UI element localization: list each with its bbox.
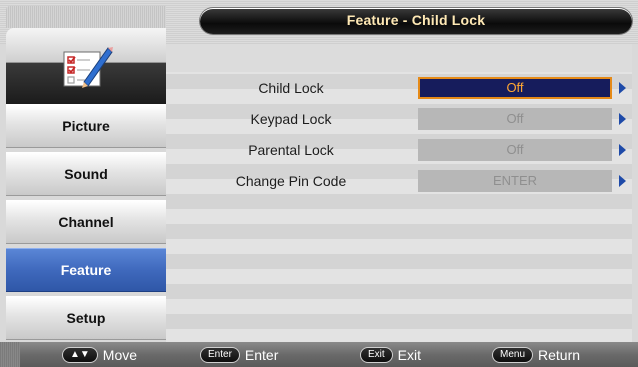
setting-value[interactable]: ENTER (418, 170, 612, 192)
sidebar-item-label: Channel (58, 214, 114, 230)
checklist-pencil-icon (63, 47, 113, 88)
sidebar-item-channel[interactable]: Channel (6, 200, 166, 244)
sidebar-item-sound[interactable]: Sound (6, 152, 166, 196)
hint-enter: Enter Enter (200, 346, 278, 364)
hint-exit: Exit Exit (360, 346, 421, 364)
bottom-bar-pattern (0, 342, 20, 367)
enter-key-icon: Enter (200, 347, 240, 363)
sidebar: Picture Sound Channel Feature Setup (6, 28, 166, 342)
setting-label: Keypad Lock (250, 111, 332, 127)
setting-value[interactable]: Off (418, 77, 612, 99)
setting-value[interactable]: Off (418, 139, 612, 161)
triangle-right-icon[interactable] (619, 175, 626, 187)
tv-menu-screen: Feature - Child Lock Picture Sound Chann… (0, 0, 638, 367)
exit-key-icon: Exit (360, 347, 393, 363)
sidebar-item-picture[interactable]: Picture (6, 104, 166, 148)
sidebar-item-setup[interactable]: Setup (6, 296, 166, 340)
menu-title: Feature - Child Lock (346, 12, 486, 28)
menu-key-icon: Menu (492, 347, 534, 363)
sidebar-item-label: Sound (64, 166, 108, 182)
updown-key-icon: ▲▼ (62, 347, 98, 363)
triangle-right-icon[interactable] (619, 82, 626, 94)
title-bar: Feature - Child Lock (200, 8, 632, 34)
menu-logo-tile (6, 28, 166, 104)
setting-row-child-lock[interactable]: Child Lock Off (166, 77, 632, 100)
setting-row-keypad-lock[interactable]: Keypad Lock Off (166, 108, 632, 131)
feature-panel: Child Lock Off Keypad Lock Off Parental … (166, 44, 632, 342)
setting-label: Child Lock (258, 80, 324, 96)
setting-label: Parental Lock (248, 142, 334, 158)
setting-value[interactable]: Off (418, 108, 612, 130)
hint-label: Move (102, 347, 138, 363)
sidebar-item-feature[interactable]: Feature (6, 248, 166, 292)
sidebar-item-label: Setup (66, 310, 106, 326)
panel-header-strip (166, 44, 632, 72)
hint-label: Return (538, 347, 581, 363)
sidebar-item-label: Feature (60, 262, 112, 278)
setting-label: Change Pin Code (235, 173, 347, 189)
hint-label: Exit (397, 347, 422, 363)
setting-row-parental-lock[interactable]: Parental Lock Off (166, 139, 632, 162)
setting-row-change-pin-code[interactable]: Change Pin Code ENTER (166, 170, 632, 193)
hint-return: Menu Return (492, 346, 580, 364)
hint-label: Enter (244, 347, 279, 363)
triangle-right-icon[interactable] (619, 113, 626, 125)
sidebar-item-label: Picture (62, 118, 110, 134)
key-hint-bar: ▲▼ Move Enter Enter Exit Exit Menu Retur… (0, 342, 638, 367)
triangle-right-icon[interactable] (619, 144, 626, 156)
hint-move: ▲▼ Move (62, 346, 137, 364)
top-left-cap (6, 6, 166, 28)
